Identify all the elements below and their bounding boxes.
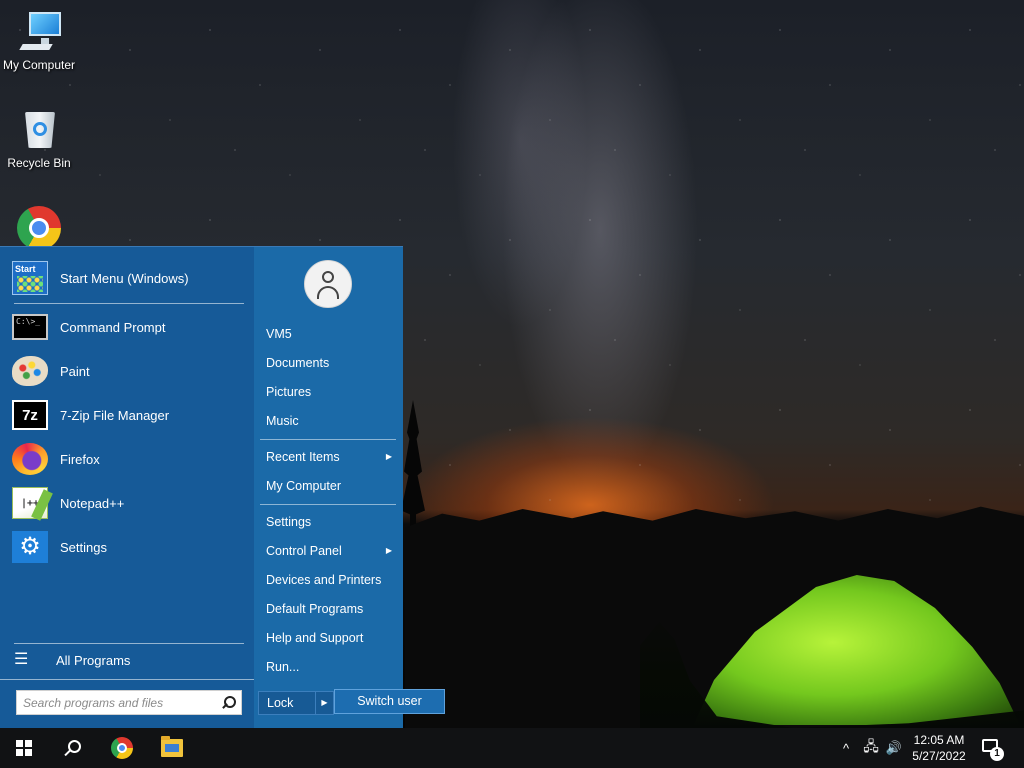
program-notepadpp[interactable]: |++ Notepad++ bbox=[12, 483, 244, 523]
folder-icon bbox=[161, 736, 183, 757]
places-item-label: Music bbox=[266, 414, 299, 428]
7zip-icon: 7z bbox=[12, 400, 48, 430]
program-command-prompt[interactable]: C:\>_ Command Prompt bbox=[12, 307, 244, 347]
notification-count-badge: 1 bbox=[990, 747, 1004, 761]
places-item-documents[interactable]: Documents bbox=[266, 352, 396, 374]
network-icon[interactable]: 🖧 bbox=[858, 728, 884, 768]
start-button[interactable] bbox=[0, 728, 48, 768]
start-menu-programs-pane: Start Start Menu (Windows) C:\>_ Command… bbox=[0, 247, 254, 729]
submenu-arrow-icon: ▶ bbox=[385, 546, 392, 555]
places-item-label: Settings bbox=[266, 515, 312, 529]
program-firefox[interactable]: Firefox bbox=[12, 439, 244, 479]
places-item-run[interactable]: Run... bbox=[266, 656, 396, 678]
search-input[interactable] bbox=[23, 695, 221, 710]
settings-gear-icon: ⚙ bbox=[12, 531, 48, 563]
places-item-label: VM5 bbox=[266, 327, 292, 341]
places-item-control-panel[interactable]: Control Panel ▶ bbox=[266, 540, 396, 562]
chrome-icon bbox=[17, 206, 61, 250]
start-menu-icon-text: Start bbox=[15, 264, 36, 274]
recycle-bin-icon bbox=[17, 106, 61, 150]
clock-time: 12:05 AM bbox=[913, 733, 965, 747]
desktop-icon-chrome[interactable] bbox=[0, 206, 78, 250]
places-item-label: Control Panel bbox=[266, 544, 342, 558]
places-item-label: Devices and Printers bbox=[266, 573, 382, 587]
places-item-label: Help and Support bbox=[266, 631, 364, 645]
places-item-help-support[interactable]: Help and Support bbox=[266, 627, 396, 649]
notepadpp-icon: |++ bbox=[12, 487, 48, 519]
places-item-pictures[interactable]: Pictures bbox=[266, 381, 396, 403]
program-label: Paint bbox=[60, 363, 90, 379]
submenu-arrow-icon: ▶ bbox=[385, 452, 392, 461]
windows-logo-icon bbox=[16, 740, 32, 756]
taskbar-chrome-button[interactable] bbox=[98, 728, 146, 768]
program-label: Firefox bbox=[60, 451, 100, 467]
program-label: 7-Zip File Manager bbox=[60, 407, 170, 423]
taskbar-search-button[interactable] bbox=[48, 728, 96, 768]
user-avatar[interactable] bbox=[304, 260, 352, 308]
places-item-label: Run... bbox=[266, 660, 300, 674]
places-item-label: Documents bbox=[266, 356, 330, 370]
places-item-user[interactable]: VM5 bbox=[266, 323, 396, 345]
places-item-music[interactable]: Music bbox=[266, 410, 396, 432]
desktop-icon-my-computer[interactable]: My Computer bbox=[0, 8, 78, 72]
clock-date: 5/27/2022 bbox=[912, 749, 966, 763]
desktop-icon-recycle-bin[interactable]: Recycle Bin bbox=[0, 106, 78, 170]
program-start-menu[interactable]: Start Start Menu (Windows) bbox=[12, 258, 244, 298]
places-item-label: Default Programs bbox=[266, 602, 364, 616]
program-label: Notepad++ bbox=[60, 495, 125, 511]
list-icon: ☰ bbox=[14, 651, 29, 668]
places-item-label: My Computer bbox=[266, 479, 342, 493]
programs-divider bbox=[14, 303, 244, 304]
lock-button[interactable]: Lock bbox=[258, 691, 316, 715]
start-menu-places-pane: VM5 Documents Pictures Music Recent Item… bbox=[254, 247, 403, 729]
places-item-devices-printers[interactable]: Devices and Printers bbox=[266, 569, 396, 591]
taskbar-file-explorer-button[interactable] bbox=[148, 728, 196, 768]
desktop-icon-label: My Computer bbox=[2, 58, 76, 72]
search-divider bbox=[0, 679, 254, 680]
program-label: Settings bbox=[60, 539, 107, 555]
places-item-default-programs[interactable]: Default Programs bbox=[266, 598, 396, 620]
all-programs-button[interactable]: ☰ All Programs bbox=[14, 648, 244, 672]
all-programs-divider bbox=[14, 643, 244, 644]
switch-user-menu-item[interactable]: Switch user bbox=[334, 689, 445, 714]
places-item-label: Recent Items bbox=[266, 450, 340, 464]
program-label: Start Menu (Windows) bbox=[60, 270, 189, 286]
volume-icon[interactable]: 🔊 bbox=[882, 728, 906, 768]
chrome-icon bbox=[111, 737, 133, 759]
all-programs-label: All Programs bbox=[56, 652, 131, 668]
search-box[interactable] bbox=[16, 690, 242, 715]
power-options-arrow-button[interactable]: ▶ bbox=[316, 691, 334, 715]
computer-icon bbox=[17, 8, 61, 52]
places-divider bbox=[260, 504, 396, 505]
program-settings[interactable]: ⚙ Settings bbox=[12, 527, 244, 567]
search-icon bbox=[64, 740, 81, 756]
search-icon[interactable] bbox=[221, 695, 236, 710]
places-item-label: Pictures bbox=[266, 385, 312, 399]
start-menu: Start Start Menu (Windows) C:\>_ Command… bbox=[0, 246, 403, 729]
paint-icon bbox=[12, 356, 48, 386]
start-menu-icon: Start bbox=[12, 261, 48, 295]
places-item-settings[interactable]: Settings bbox=[266, 511, 396, 533]
command-prompt-icon: C:\>_ bbox=[12, 314, 48, 340]
desktop-icon-label: Recycle Bin bbox=[7, 156, 71, 170]
show-hidden-icons-button[interactable]: ^ bbox=[836, 728, 856, 768]
places-item-recent-items[interactable]: Recent Items ▶ bbox=[266, 446, 396, 468]
firefox-icon bbox=[12, 443, 48, 475]
program-7zip[interactable]: 7z 7-Zip File Manager bbox=[12, 395, 244, 435]
program-paint[interactable]: Paint bbox=[12, 351, 244, 391]
program-label: Command Prompt bbox=[60, 319, 166, 335]
taskbar-clock[interactable]: 12:05 AM 5/27/2022 bbox=[906, 732, 972, 764]
taskbar: ^ 🖧 🔊 12:05 AM 5/27/2022 1 bbox=[0, 728, 1024, 768]
places-item-my-computer[interactable]: My Computer bbox=[266, 475, 396, 497]
places-divider bbox=[260, 439, 396, 440]
action-center-button[interactable]: 1 bbox=[980, 736, 1004, 761]
